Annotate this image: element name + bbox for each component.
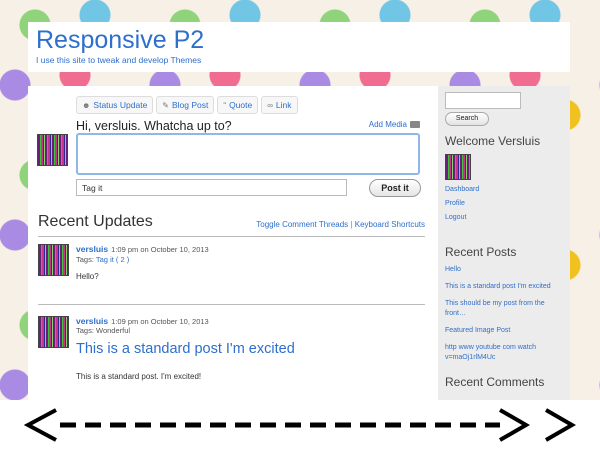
update-text: Hello? <box>76 272 99 281</box>
tab-quote[interactable]: “ Quote <box>217 96 259 114</box>
divider <box>38 236 425 237</box>
logout-link[interactable]: Logout <box>445 211 563 225</box>
user-links: Dashboard Profile Logout <box>445 183 563 225</box>
divider <box>38 304 425 305</box>
author-link[interactable]: versluis <box>76 316 108 326</box>
search-input[interactable] <box>445 92 521 109</box>
link-separator: | <box>350 220 353 229</box>
tab-blog-post[interactable]: ✎ Blog Post <box>156 96 215 114</box>
recent-updates-links: Toggle Comment Threads | Keyboard Shortc… <box>256 220 425 229</box>
tag-link[interactable]: Tag it ( 2 ) <box>96 255 129 264</box>
tab-status-update[interactable]: ☻ Status Update <box>76 96 154 114</box>
welcome-heading: Welcome Versluis <box>445 134 541 148</box>
recent-post-link[interactable]: http www youtube com watch v=maOj1rlM4Uc <box>445 343 563 363</box>
search-button[interactable]: Search <box>445 112 489 126</box>
width-arrow <box>0 400 600 450</box>
avatar <box>37 134 68 166</box>
avatar <box>445 154 471 180</box>
update-tags: Tags: Tag it ( 2 ) <box>76 255 129 264</box>
recent-updates-heading: Recent Updates <box>38 213 153 230</box>
post-it-button[interactable]: Post it <box>369 179 421 197</box>
recent-posts-list: Hello This is a standard post I'm excite… <box>445 265 563 363</box>
tab-label: Blog Post <box>172 100 209 110</box>
tag-input[interactable]: Tag it <box>76 179 347 196</box>
recent-post-link[interactable]: Featured Image Post <box>445 326 563 336</box>
link-icon: ∞ <box>267 100 273 110</box>
double-arrow-icon <box>23 408 577 442</box>
tags-label: Tags: <box>76 255 94 264</box>
site-title[interactable]: Responsive P2 <box>36 26 562 54</box>
tab-label: Link <box>275 100 292 110</box>
main-content: ☻ Status Update ✎ Blog Post “ Quote ∞ Li… <box>28 86 438 406</box>
recent-post-link[interactable]: This should be my post from the front… <box>445 299 563 319</box>
update-meta: versluis 1:09 pm on October 10, 2013 <box>76 316 209 326</box>
keyboard-shortcuts-link[interactable]: Keyboard Shortcuts <box>355 220 425 229</box>
post-type-tabs: ☻ Status Update ✎ Blog Post “ Quote ∞ Li… <box>76 96 298 114</box>
tab-label: Quote <box>229 100 253 110</box>
avatar <box>38 244 69 276</box>
dashboard-link[interactable]: Dashboard <box>445 183 563 197</box>
update-text: This is a standard post. I'm excited! <box>76 372 202 381</box>
recent-posts-heading: Recent Posts <box>445 245 517 259</box>
composer-prompt: Hi, versluis. Whatcha up to? <box>76 119 232 133</box>
update-meta: versluis 1:09 pm on October 10, 2013 <box>76 244 209 254</box>
recent-post-link[interactable]: Hello <box>445 265 563 275</box>
avatar <box>38 316 69 348</box>
author-link[interactable]: versluis <box>76 244 108 254</box>
toggle-comment-threads-link[interactable]: Toggle Comment Threads <box>256 220 348 229</box>
post-title-link[interactable]: This is a standard post I'm excited <box>76 341 295 357</box>
tab-label: Status Update <box>93 100 148 110</box>
camera-icon <box>410 121 420 128</box>
profile-link[interactable]: Profile <box>445 197 563 211</box>
site-header: Responsive P2 I use this site to tweak a… <box>28 22 570 72</box>
timestamp[interactable]: 1:09 pm on October 10, 2013 <box>111 245 209 254</box>
recent-post-link[interactable]: This is a standard post I'm excited <box>445 282 563 292</box>
tab-link[interactable]: ∞ Link <box>261 96 298 114</box>
sidebar: Search Welcome Versluis Dashboard Profil… <box>438 86 570 406</box>
update-tags: Tags: Wonderful <box>76 326 131 335</box>
add-media-link[interactable]: Add Media <box>369 120 420 129</box>
timestamp[interactable]: 1:09 pm on October 10, 2013 <box>111 317 209 326</box>
add-media-label: Add Media <box>368 120 407 129</box>
recent-comments-heading: Recent Comments <box>445 375 545 389</box>
pin-icon: ✎ <box>162 100 169 110</box>
site-description: I use this site to tweak and develop The… <box>36 55 202 65</box>
quote-icon: “ <box>223 100 227 110</box>
person-icon: ☻ <box>82 100 91 110</box>
post-textarea[interactable] <box>76 133 420 175</box>
